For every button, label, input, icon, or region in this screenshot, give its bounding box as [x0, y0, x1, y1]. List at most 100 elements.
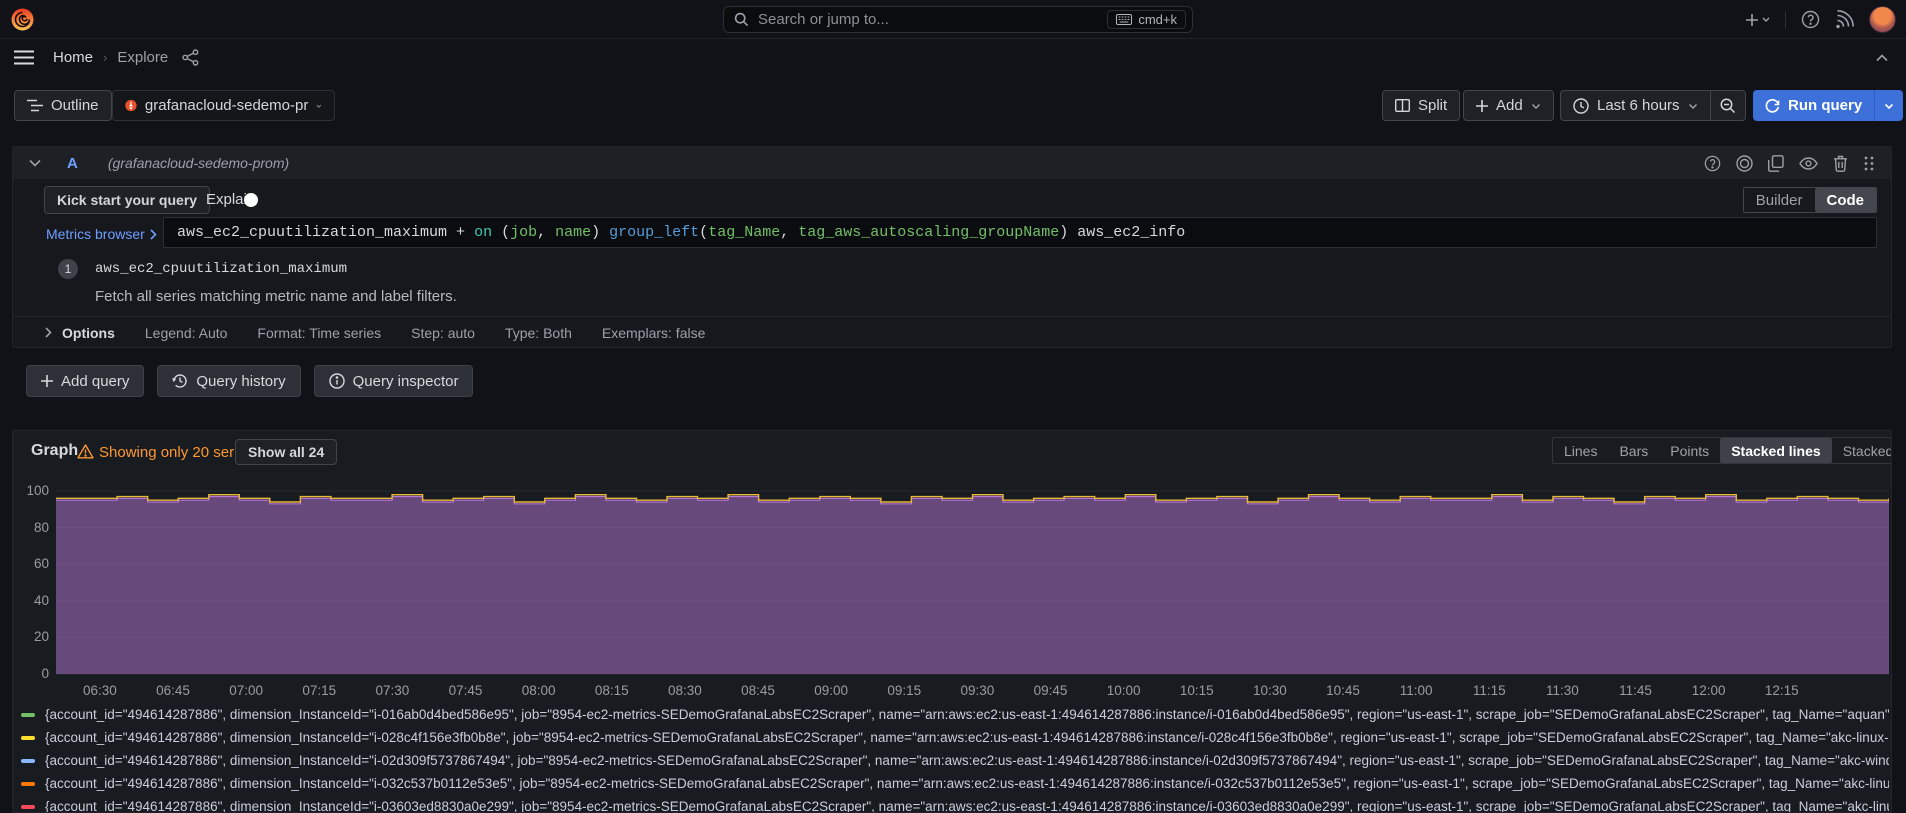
news-rss-icon[interactable]	[1835, 10, 1854, 29]
expression-token: aws_ec2_info	[1077, 224, 1185, 241]
split-button[interactable]: Split	[1382, 90, 1460, 121]
query-row-header[interactable]: A (grafanacloud-sedemo-prom)	[13, 147, 1891, 179]
query-help-icon[interactable]	[1704, 155, 1721, 172]
mode-bars[interactable]: Bars	[1608, 438, 1659, 463]
add-query-button[interactable]: Add query	[26, 365, 144, 397]
expression-token: ,	[780, 224, 798, 241]
duplicate-query-icon[interactable]	[1768, 155, 1784, 172]
series-color-marker	[21, 782, 35, 786]
user-avatar[interactable]	[1869, 6, 1896, 33]
graph-title: Graph	[31, 442, 78, 460]
new-menu-button[interactable]	[1744, 13, 1770, 27]
search-input[interactable]: Search or jump to... cmd+k	[723, 6, 1193, 33]
y-axis-tick: 100	[19, 483, 49, 498]
stacked-area-chart	[56, 483, 1889, 683]
drag-handle-icon[interactable]	[1863, 155, 1875, 172]
mode-stacked-bars[interactable]: Stacked bars	[1832, 438, 1892, 463]
code-mode-option[interactable]: Code	[1815, 188, 1877, 212]
datasource-picker[interactable]: grafanacloud-sedemo-pr	[112, 90, 335, 121]
expression-token: ,	[537, 224, 555, 241]
x-axis-tick: 09:00	[807, 683, 855, 698]
breadcrumb-bar: Home › Explore	[0, 39, 1906, 76]
chevron-down-icon	[1688, 101, 1698, 111]
builder-mode-option[interactable]: Builder	[1744, 188, 1815, 212]
query-expression: aws_ec2_cpuutilization_maximum + on (job…	[177, 224, 1185, 241]
run-query-dropdown-button[interactable]	[1874, 90, 1903, 121]
grafana-explore-page: Search or jump to... cmd+k	[0, 0, 1906, 813]
query-options-row[interactable]: Options Legend: Auto Format: Time series…	[13, 316, 1891, 348]
option-legend: Legend: Auto	[145, 325, 228, 341]
query-inspector-button[interactable]: Query inspector	[314, 365, 474, 397]
mode-stacked-lines[interactable]: Stacked lines	[1720, 438, 1832, 463]
prometheus-datasource-icon	[125, 95, 137, 116]
x-axis-tick: 11:15	[1465, 683, 1513, 698]
breadcrumb-home[interactable]: Home	[53, 49, 93, 66]
x-axis-tick: 08:30	[661, 683, 709, 698]
add-button[interactable]: Add	[1463, 90, 1554, 121]
x-axis-tick: 12:15	[1758, 683, 1806, 698]
collapse-section-button[interactable]	[1876, 54, 1888, 62]
menu-toggle-icon[interactable]	[14, 50, 34, 65]
hide-response-eye-icon[interactable]	[1799, 157, 1818, 170]
series-color-marker	[21, 736, 35, 740]
breadcrumb-separator-icon: ›	[103, 50, 107, 65]
legend-row[interactable]: {account_id="494614287886", dimension_In…	[21, 772, 1889, 795]
x-axis-tick: 08:15	[588, 683, 636, 698]
query-history-button[interactable]: Query history	[157, 365, 300, 397]
explain-step-number: 1	[58, 259, 78, 279]
options-label: Options	[62, 325, 115, 341]
promql-code-input[interactable]: aws_ec2_cpuutilization_maximum + on (job…	[163, 217, 1877, 248]
series-label: {account_id="494614287886", dimension_In…	[45, 776, 1889, 791]
chevron-down-icon	[1531, 101, 1541, 111]
metrics-browser-toggle[interactable]: Metrics browser	[46, 219, 157, 249]
x-axis-tick: 08:00	[515, 683, 563, 698]
help-icon[interactable]	[1801, 10, 1820, 29]
expression-token: )	[591, 224, 609, 241]
remove-query-trash-icon[interactable]	[1833, 155, 1848, 172]
disable-query-icon[interactable]	[1736, 155, 1753, 172]
split-icon	[1395, 99, 1410, 112]
refresh-icon	[1765, 98, 1780, 113]
zoom-out-icon	[1720, 98, 1736, 114]
kick-start-query-button[interactable]: Kick start your query	[44, 186, 210, 214]
run-query-button[interactable]: Run query	[1753, 90, 1874, 121]
expression-token: group_left	[609, 224, 699, 241]
option-format: Format: Time series	[257, 325, 381, 341]
show-all-series-button[interactable]: Show all 24	[235, 439, 337, 465]
option-exemplars: Exemplars: false	[602, 325, 705, 341]
x-axis-tick: 10:15	[1173, 683, 1221, 698]
mode-points[interactable]: Points	[1659, 438, 1720, 463]
legend-row[interactable]: {account_id="494614287886", dimension_In…	[21, 726, 1889, 749]
graph-panel: Graph Showing only 20 series Show all 24…	[12, 430, 1892, 813]
query-editor-panel: A (grafanacloud-sedemo-prom)	[12, 146, 1892, 348]
chart-plot-area[interactable]	[56, 483, 1889, 683]
chevron-up-icon	[1876, 54, 1888, 62]
query-datasource-hint: (grafanacloud-sedemo-prom)	[108, 155, 289, 171]
x-axis-tick: 09:45	[1027, 683, 1075, 698]
query-ref-id: A	[67, 155, 78, 172]
outline-button[interactable]: Outline	[14, 90, 112, 121]
chevron-right-icon	[150, 229, 157, 240]
nav-divider	[1785, 11, 1786, 29]
x-axis-tick: 07:30	[368, 683, 416, 698]
series-label: {account_id="494614287886", dimension_In…	[45, 707, 1889, 722]
top-nav-bar: Search or jump to... cmd+k	[0, 0, 1906, 39]
expression-token: job	[510, 224, 537, 241]
y-axis-tick: 0	[19, 666, 49, 681]
time-range-picker[interactable]: Last 6 hours	[1560, 90, 1711, 121]
legend-row[interactable]: {account_id="494614287886", dimension_In…	[21, 795, 1889, 813]
y-axis-tick: 80	[19, 520, 49, 535]
legend-row[interactable]: {account_id="494614287886", dimension_In…	[21, 749, 1889, 772]
x-axis-tick: 07:15	[295, 683, 343, 698]
chevron-down-icon	[1884, 101, 1894, 111]
x-axis-tick: 07:45	[442, 683, 490, 698]
legend-row[interactable]: {account_id="494614287886", dimension_In…	[21, 703, 1889, 726]
zoom-out-time-button[interactable]	[1711, 90, 1746, 121]
grafana-logo-icon[interactable]	[9, 6, 36, 33]
clock-icon	[1573, 98, 1589, 114]
info-circle-icon	[329, 373, 345, 389]
share-icon[interactable]	[182, 49, 199, 66]
x-axis-tick: 06:45	[149, 683, 197, 698]
x-axis-tick: 11:00	[1392, 683, 1440, 698]
mode-lines[interactable]: Lines	[1553, 438, 1608, 463]
